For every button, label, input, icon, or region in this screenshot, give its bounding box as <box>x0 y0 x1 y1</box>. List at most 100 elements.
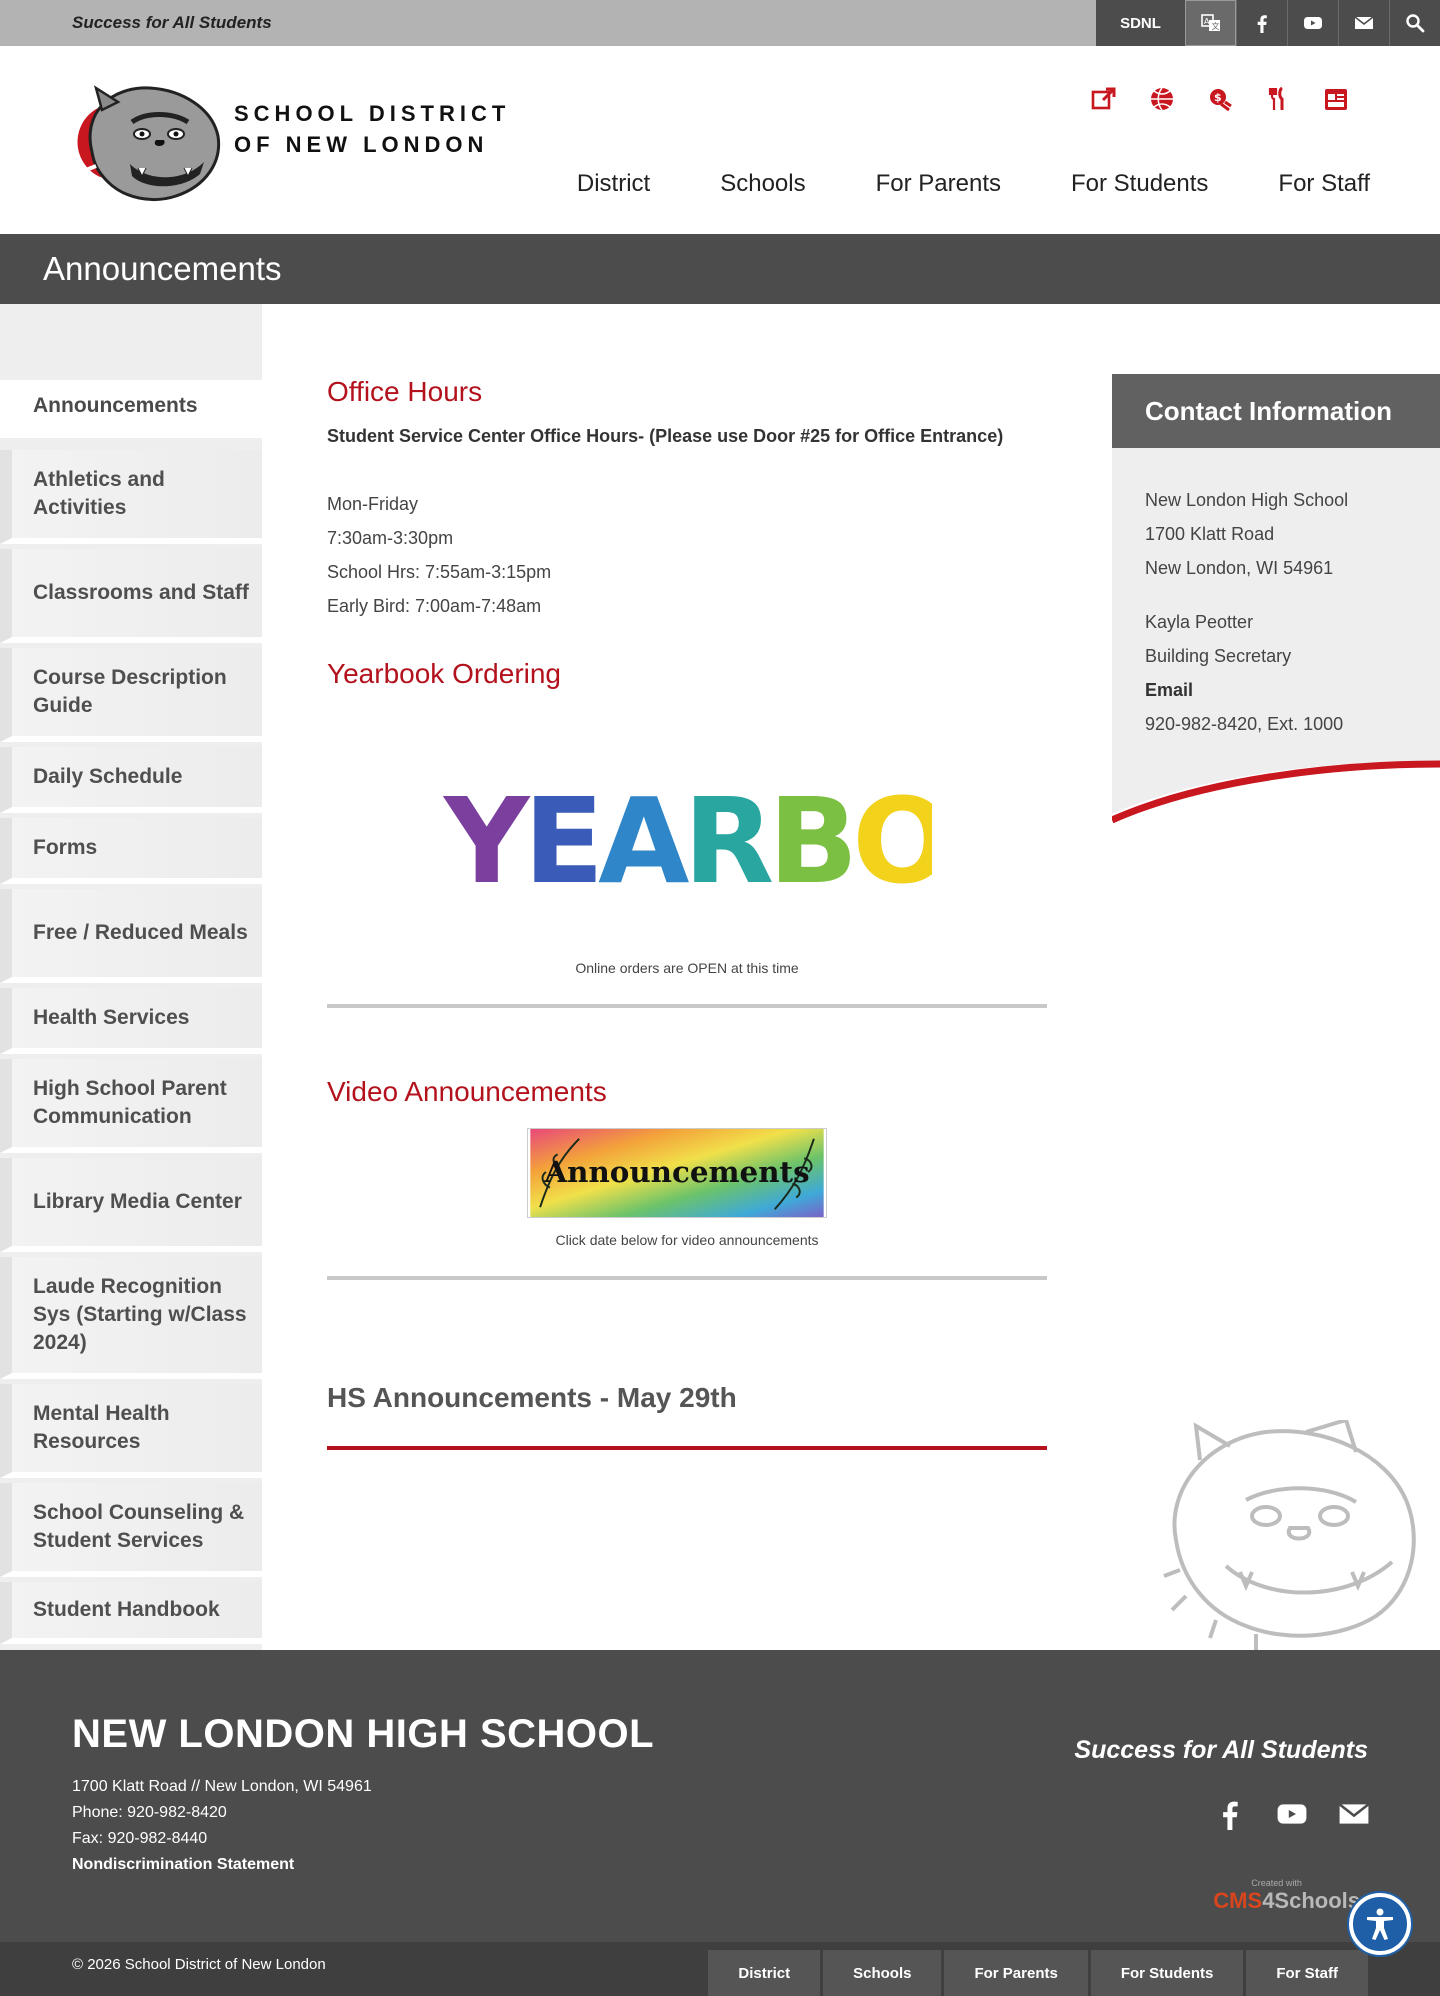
page-title-band: Announcements <box>0 234 1440 304</box>
mail-button[interactable] <box>1338 0 1389 46</box>
footer-motto: Success for All Students <box>1074 1736 1368 1764</box>
sidebar-item-classrooms[interactable]: Classrooms and Staff <box>0 549 262 643</box>
footer-nav-for-students[interactable]: For Students <box>1090 1950 1244 1996</box>
nav-district[interactable]: District <box>577 170 650 198</box>
yearbook-image[interactable]: YEARBOOK <box>432 764 932 914</box>
facebook-button[interactable] <box>1236 0 1287 46</box>
section-divider <box>327 1276 1047 1280</box>
cms-logo-text-b: 4Schools <box>1262 1888 1360 1913</box>
main-nav: District Schools For Parents For Student… <box>577 170 1370 198</box>
video-announcements-title: Video Announcements <box>327 1076 607 1107</box>
footer-nav-district[interactable]: District <box>708 1950 821 1996</box>
nondiscrimination-link[interactable]: Nondiscrimination Statement <box>72 1856 294 1874</box>
hs-announcement-link[interactable]: HS Announcements - May 29th <box>327 1382 737 1414</box>
footer-phone: Phone: 920-982-8420 <box>72 1804 227 1821</box>
youtube-icon <box>1304 17 1322 29</box>
payment-icon: $ <box>1210 89 1232 112</box>
cms4schools-logo[interactable]: Created with CMS4Schools <box>1213 1878 1360 1914</box>
bulldog-logo[interactable] <box>72 82 226 204</box>
svg-text:YEARBOOK: YEARBOOK <box>442 772 932 910</box>
site-footer: NEW LONDON HIGH SCHOOL 1700 Klatt Road /… <box>0 1650 1440 1996</box>
nav-for-staff[interactable]: For Staff <box>1278 170 1370 198</box>
sidebar-item-daily-schedule[interactable]: Daily Schedule <box>0 747 262 813</box>
sidebar-item-laude[interactable]: Laude Recognition Sys (Starting w/Class … <box>0 1257 262 1379</box>
yearbook-caption: Online orders are OPEN at this time <box>575 960 799 976</box>
section-sidebar: Announcements Athletics and Activities C… <box>0 304 262 1650</box>
sidebar-item-announcements[interactable]: Announcements <box>0 380 262 438</box>
office-hours-line: School Hrs: 7:55am-3:15pm <box>327 562 552 582</box>
footer-nav: District Schools For Parents For Student… <box>708 1950 1368 1996</box>
footer-address: 1700 Klatt Road // New London, WI 54961 <box>72 1778 372 1795</box>
announcement-divider <box>327 1446 1047 1450</box>
contact-street: 1700 Klatt Road <box>1145 524 1275 544</box>
announcements-banner-text: Announcements <box>543 1154 809 1189</box>
accessibility-button[interactable] <box>1349 1893 1411 1955</box>
cms-created-with: Created with <box>1251 1878 1302 1888</box>
district-name[interactable]: SCHOOL DISTRICT OF NEW LONDON <box>234 98 510 160</box>
sidebar-item-health[interactable]: Health Services <box>0 988 262 1054</box>
accessibility-icon <box>1367 1908 1393 1940</box>
contact-email-link[interactable]: Email <box>1145 680 1193 701</box>
youtube-icon[interactable] <box>1276 1798 1308 1830</box>
youtube-button[interactable] <box>1287 0 1338 46</box>
district-name-line1: SCHOOL DISTRICT <box>234 101 511 126</box>
translate-button[interactable]: A文 <box>1185 0 1236 46</box>
contact-name: Kayla Peotter <box>1145 612 1254 632</box>
office-hours-title: Office Hours <box>327 376 483 407</box>
sidebar-item-mental-health[interactable]: Mental Health Resources <box>0 1384 262 1478</box>
external-link-icon <box>1091 87 1116 110</box>
search-icon <box>1406 14 1425 33</box>
search-button[interactable] <box>1389 0 1440 46</box>
contact-school: New London High School <box>1145 490 1349 510</box>
footer-nav-schools[interactable]: Schools <box>823 1950 942 1996</box>
footer-nav-for-parents[interactable]: For Parents <box>944 1950 1088 1996</box>
quicklink-dining[interactable] <box>1262 83 1294 115</box>
quicklink-payments[interactable]: $ <box>1204 83 1236 115</box>
sdnl-link[interactable]: SDNL <box>1096 0 1185 46</box>
contact-phone: 920-982-8420, Ext. 1000 <box>1145 714 1344 734</box>
office-hours-line: 7:30am-3:30pm <box>327 528 454 548</box>
footer-school-name: NEW LONDON HIGH SCHOOL <box>72 1712 655 1756</box>
facebook-icon[interactable] <box>1214 1798 1246 1830</box>
nav-schools[interactable]: Schools <box>720 170 805 198</box>
decorative-swoosh <box>1112 760 1440 844</box>
quick-links: $ <box>1088 83 1352 115</box>
copyright: © 2026 School District of New London <box>72 1956 326 1973</box>
page-title: Announcements <box>43 250 282 287</box>
svg-text:文: 文 <box>1211 21 1219 31</box>
yearbook-title: Yearbook Ordering <box>327 658 562 689</box>
svg-text:$: $ <box>1214 91 1222 104</box>
footer-fax: Fax: 920-982-8440 <box>72 1830 208 1847</box>
nav-for-parents[interactable]: For Parents <box>876 170 1001 198</box>
quicklink-athletics[interactable] <box>1146 83 1178 115</box>
quicklink-calendar[interactable] <box>1320 83 1352 115</box>
office-hours-subtitle: Student Service Center Office Hours- (Pl… <box>327 426 1004 446</box>
contact-information-panel: Contact Information New London High Scho… <box>1112 374 1440 844</box>
utility-bar: Success for All Students SDNL A文 <box>0 0 1440 46</box>
svg-text:A: A <box>1204 17 1210 26</box>
footer-social <box>1214 1798 1370 1830</box>
calendar-icon <box>1325 89 1347 110</box>
announcements-banner-image[interactable]: Announcements <box>527 1128 827 1218</box>
footer-nav-for-staff[interactable]: For Staff <box>1246 1950 1368 1996</box>
sidebar-item-handbook[interactable]: Student Handbook <box>0 1582 262 1644</box>
mail-icon[interactable] <box>1338 1798 1370 1830</box>
cms-logo-text-a: CMS <box>1213 1888 1263 1913</box>
dining-icon <box>1268 86 1284 110</box>
contact-role: Building Secretary <box>1145 646 1292 666</box>
sidebar-item-meals[interactable]: Free / Reduced Meals <box>0 889 262 983</box>
nav-for-students[interactable]: For Students <box>1071 170 1208 198</box>
tagline: Success for All Students <box>72 13 272 32</box>
basketball-icon <box>1151 87 1173 111</box>
bulldog-watermark-image <box>1163 1420 1416 1650</box>
sidebar-item-forms[interactable]: Forms <box>0 818 262 884</box>
quicklink-external[interactable] <box>1088 83 1120 115</box>
sidebar-item-athletics[interactable]: Athletics and Activities <box>0 450 262 544</box>
office-hours-line: Mon-Friday <box>327 494 419 514</box>
district-name-line2: OF NEW LONDON <box>234 132 489 157</box>
sidebar-item-library[interactable]: Library Media Center <box>0 1158 262 1252</box>
sidebar-item-course-guide[interactable]: Course Description Guide <box>0 648 262 742</box>
sidebar-item-parent-communication[interactable]: High School Parent Communication <box>0 1059 262 1153</box>
translate-icon: A文 <box>1200 14 1220 31</box>
sidebar-item-counseling[interactable]: School Counseling & Student Services <box>0 1483 262 1577</box>
